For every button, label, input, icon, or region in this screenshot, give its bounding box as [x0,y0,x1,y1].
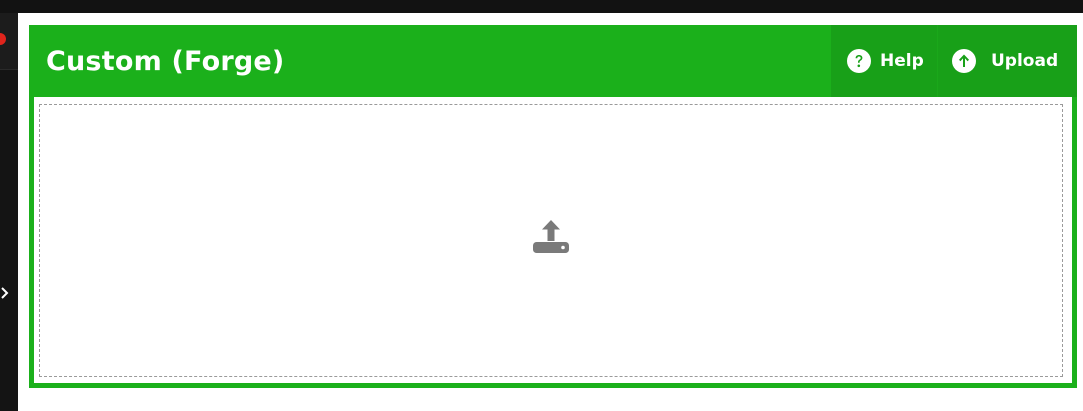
upload-button-label: Upload [991,51,1059,71]
dropzone-container [34,97,1072,383]
help-button[interactable]: Help [831,25,937,97]
panel-title: Custom (Forge) [46,45,285,77]
tray-upload-icon [533,219,569,253]
question-circle-icon [847,49,871,73]
file-dropzone[interactable] [39,104,1063,377]
chevron-right-icon[interactable] [0,284,10,302]
help-button-label: Help [880,51,924,71]
left-sidebar-collapsed [0,13,18,411]
window-top-bar [0,0,1083,13]
custom-forge-panel: Custom (Forge) Help Upload [29,25,1077,388]
panel-header: Custom (Forge) Help Upload [29,25,1077,97]
upload-button[interactable]: Upload [937,25,1077,97]
arrow-up-circle-icon [952,49,976,73]
